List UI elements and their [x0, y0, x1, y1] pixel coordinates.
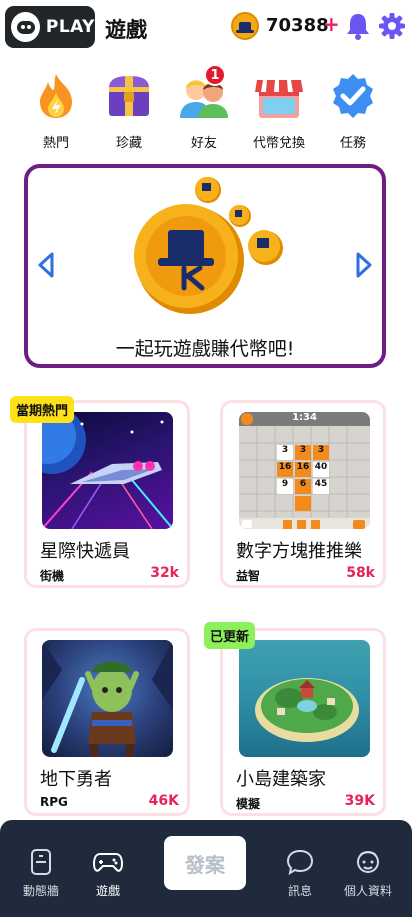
quick-item-label: 珍藏 — [115, 136, 142, 151]
post-job-button[interactable]: 發案 — [164, 836, 246, 890]
logo-text: PLAY — [45, 17, 95, 37]
bell-icon[interactable] — [345, 12, 371, 40]
game-thumbnail — [239, 640, 370, 757]
game-name: 地下勇者 — [40, 769, 112, 790]
puzzle-timer: 1:34 — [292, 412, 317, 423]
puzzle-tile: 45 — [314, 479, 328, 489]
quick-item-token-exchange[interactable]: 代幣兌換 — [247, 72, 311, 151]
chat-bubble-icon — [286, 849, 314, 876]
game-card[interactable]: 地下勇者 RPG 46K — [24, 628, 190, 816]
page-title: 遊戲 — [105, 18, 147, 42]
puzzle-tile: 9 — [281, 479, 289, 489]
check-badge-icon — [333, 74, 373, 118]
game-category: RPG — [40, 795, 68, 809]
top-header: PLAY 遊戲 70388 + — [0, 0, 412, 56]
game-player-count: 39K — [344, 793, 375, 809]
app-logo[interactable]: PLAY — [5, 6, 95, 48]
nav-messages[interactable]: 訊息 — [270, 848, 330, 899]
feed-icon — [31, 849, 51, 875]
nav-feed[interactable]: 動態牆 — [11, 848, 71, 899]
banner-next-arrow-icon[interactable] — [352, 250, 376, 280]
game-category: 街機 — [40, 569, 65, 583]
puzzle-tile: 16 — [278, 462, 292, 472]
puzzle-tile: 3 — [281, 445, 289, 455]
gamepad-logo-icon — [11, 12, 40, 42]
shop-icon — [255, 80, 303, 118]
add-coins-button[interactable]: + — [323, 12, 340, 36]
game-name: 小島建築家 — [236, 769, 326, 790]
updated-tag: 已更新 — [204, 622, 256, 649]
puzzle-tile: 3 — [299, 445, 307, 455]
game-card[interactable]: 1:34 3 3 3 16 16 40 9 6 45 數字方塊推推樂 益智 58… — [220, 400, 386, 588]
nav-profile[interactable]: 個人資料 — [338, 848, 398, 899]
coin-icon — [231, 12, 259, 40]
promo-banner[interactable]: 一起玩遊戲賺代幣吧! — [24, 164, 386, 368]
game-player-count: 46K — [148, 793, 179, 809]
nav-games[interactable]: 遊戲 — [78, 848, 138, 899]
banner-prev-arrow-icon[interactable] — [34, 250, 58, 280]
game-category: 模擬 — [236, 797, 261, 811]
treasure-chest-icon — [109, 76, 149, 116]
gear-icon[interactable] — [378, 12, 406, 40]
puzzle-tile: 6 — [299, 479, 307, 489]
game-category: 益智 — [236, 569, 261, 583]
hot-tag: 當期熱門 — [10, 396, 75, 423]
quick-item-hot[interactable]: 熱門 — [24, 72, 88, 151]
nav-label: 個人資料 — [343, 884, 392, 898]
game-thumbnail — [42, 412, 173, 529]
nav-label: 動態牆 — [22, 884, 59, 898]
token-coins-icon — [134, 177, 283, 314]
banner-caption: 一起玩遊戲賺代幣吧! — [115, 338, 295, 360]
game-player-count: 58k — [346, 565, 375, 581]
quick-item-label: 代幣兌換 — [252, 136, 305, 151]
quick-item-label: 任務 — [339, 136, 366, 151]
coin-balance: 70388 — [266, 15, 329, 36]
game-card[interactable]: 星際快遞員 街機 32k — [24, 400, 190, 588]
puzzle-tile: 3 — [317, 445, 325, 455]
bottom-nav: 動態牆 遊戲 發案 訊息 個人資料 — [0, 820, 412, 917]
game-name: 數字方塊推推樂 — [236, 541, 362, 562]
quick-item-tasks[interactable]: 任務 — [321, 72, 385, 151]
quick-item-label: 好友 — [190, 136, 217, 151]
friend-request-badge: 1 — [204, 64, 226, 86]
puzzle-tile: 40 — [314, 462, 328, 472]
quick-item-friends[interactable]: 1 好友 — [172, 64, 236, 151]
game-player-count: 32k — [150, 565, 179, 581]
game-name: 星際快遞員 — [40, 541, 130, 562]
quick-item-collection[interactable]: 珍藏 — [97, 72, 161, 151]
fire-icon — [40, 74, 72, 118]
gamepad-icon — [93, 853, 123, 872]
nav-label: 遊戲 — [95, 884, 120, 898]
game-thumbnail — [42, 640, 173, 757]
nav-label: 訊息 — [287, 884, 312, 898]
quick-item-label: 熱門 — [42, 136, 69, 151]
game-thumbnail: 1:34 3 3 3 16 16 40 9 6 45 — [239, 412, 370, 529]
puzzle-tile: 16 — [296, 462, 310, 472]
profile-icon — [357, 851, 379, 873]
game-card[interactable]: 小島建築家 模擬 39K — [220, 628, 386, 816]
